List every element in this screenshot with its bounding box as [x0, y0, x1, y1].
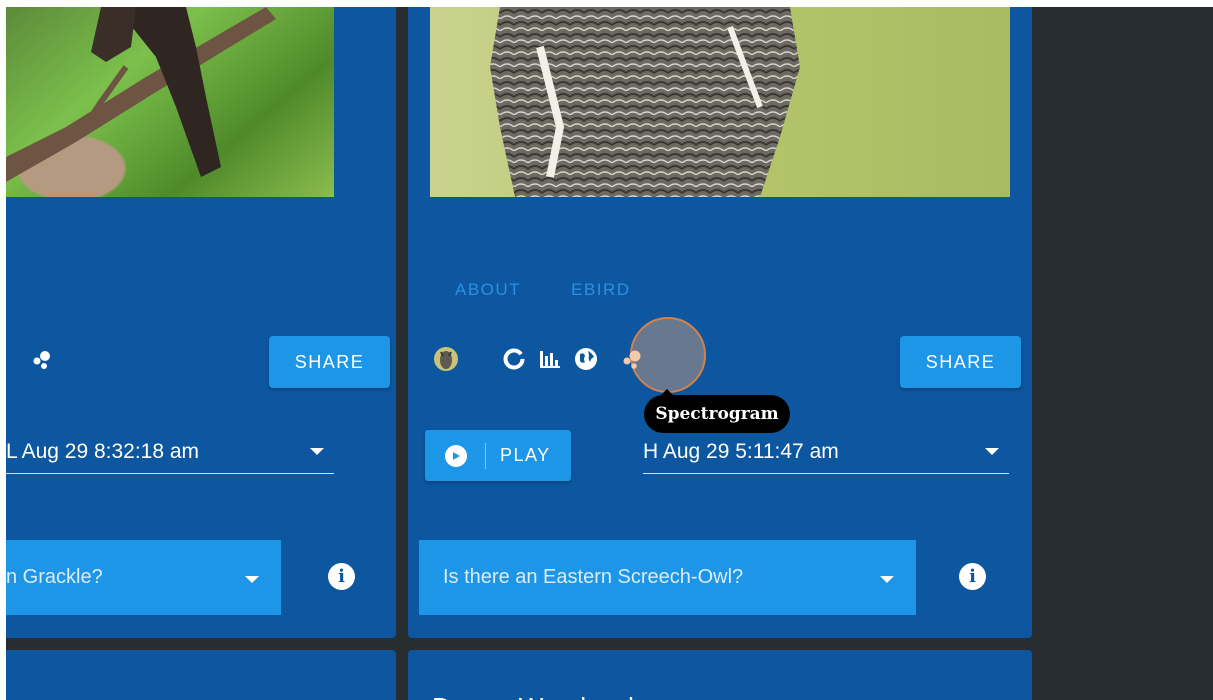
donut-chart-icon[interactable] [496, 341, 532, 377]
grackle-illustration [6, 7, 276, 182]
recording-select[interactable]: L Aug 29 8:32:18 am [6, 430, 334, 474]
species-question-select[interactable]: n Grackle? [6, 540, 281, 615]
bird-card-screech-owl: ABOUT EBIRD SHARE PLAY H Aug 29 5:11:47 … [408, 7, 1032, 638]
tab-about[interactable]: ABOUT [455, 280, 521, 300]
screech-owl-illustration [490, 7, 800, 197]
button-divider [485, 442, 486, 469]
chevron-down-icon [985, 448, 999, 455]
share-button[interactable]: SHARE [269, 336, 390, 388]
left-icon-row [24, 341, 60, 377]
spectrogram-icon[interactable] [24, 341, 60, 377]
play-button[interactable]: PLAY [425, 430, 571, 481]
recording-select-value: H Aug 29 5:11:47 am [643, 439, 839, 463]
view-icon-row [428, 341, 650, 377]
species-question-select[interactable]: Is there an Eastern Screech-Owl? [419, 540, 916, 615]
chevron-down-icon [310, 448, 324, 455]
play-label: PLAY [500, 445, 551, 465]
recording-select[interactable]: H Aug 29 5:11:47 am [643, 430, 1009, 474]
recording-select-value: L Aug 29 8:32:18 am [6, 439, 200, 463]
chevron-down-icon [245, 576, 259, 583]
app-viewport: SHARE L Aug 29 8:32:18 am n Grackle? i A… [6, 7, 1213, 700]
bird-card-next-left [6, 650, 396, 700]
bird-card-title: Downy Woodpecker [432, 692, 664, 700]
bird-photo-screech-owl [430, 7, 1010, 197]
bird-card-grackle: SHARE L Aug 29 8:32:18 am n Grackle? i [6, 7, 396, 638]
species-question-value: Is there an Eastern Screech-Owl? [443, 566, 744, 588]
chevron-down-icon [880, 576, 894, 583]
share-button[interactable]: SHARE [900, 336, 1021, 388]
play-icon [445, 444, 467, 467]
species-question-value: n Grackle? [6, 566, 103, 588]
bird-photo-grackle [6, 7, 334, 197]
bar-chart-icon[interactable] [532, 341, 568, 377]
globe-icon[interactable] [568, 341, 604, 377]
spectrogram-icon[interactable] [614, 341, 650, 377]
spectrogram-tooltip: Spectrogram [644, 389, 790, 433]
card-tabs: ABOUT EBIRD [455, 280, 631, 300]
owl-avatar-icon[interactable] [428, 341, 464, 377]
bird-card-downy-woodpecker: Downy Woodpecker [408, 650, 1032, 700]
info-icon[interactable]: i [959, 563, 986, 590]
tab-ebird[interactable]: EBIRD [571, 280, 630, 300]
info-icon[interactable]: i [328, 563, 355, 590]
